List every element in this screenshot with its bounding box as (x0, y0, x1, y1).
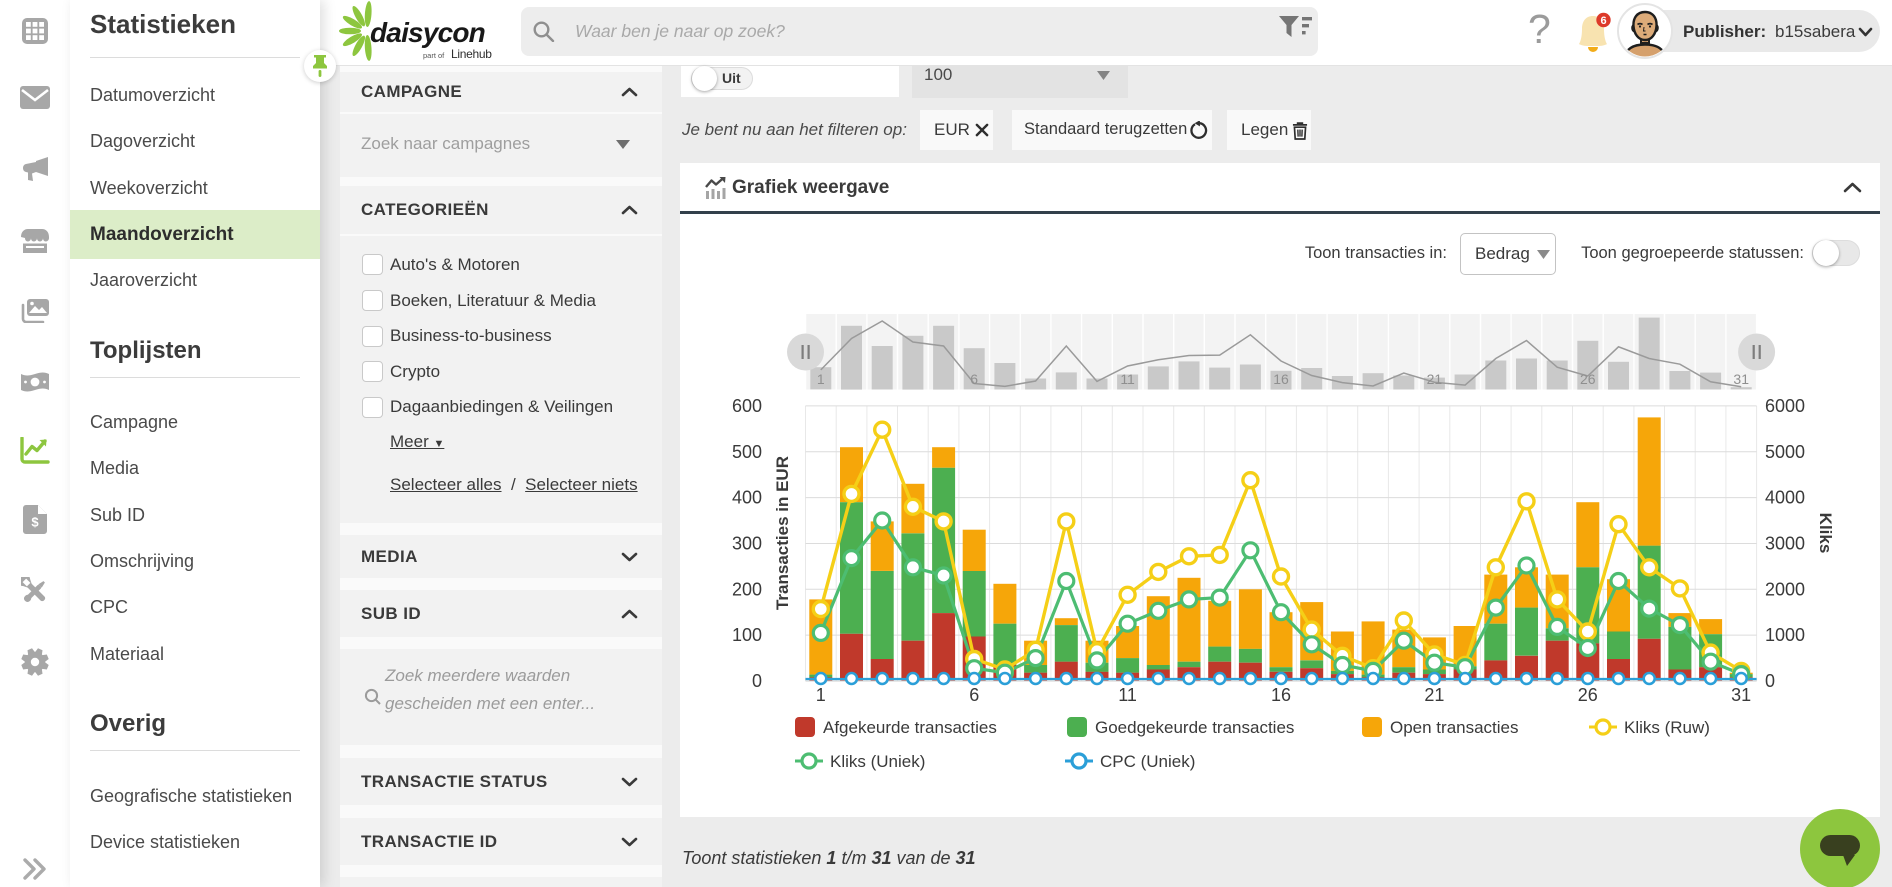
svg-text:6: 6 (1600, 15, 1606, 27)
svg-text:Kliks (Uniek): Kliks (Uniek) (830, 752, 925, 771)
svg-text:200: 200 (732, 579, 762, 599)
svg-text:31: 31 (1733, 371, 1749, 387)
svg-text:Open transacties: Open transacties (1390, 718, 1519, 737)
svg-text:6: 6 (970, 371, 978, 387)
svg-text:Kliks: Kliks (1816, 513, 1835, 554)
svg-text:300: 300 (732, 534, 762, 554)
svg-text:21: 21 (1424, 685, 1444, 705)
svg-text:CPC (Uniek): CPC (Uniek) (1100, 752, 1195, 771)
svg-text:Transacties in EUR: Transacties in EUR (773, 456, 792, 610)
svg-text:26: 26 (1578, 685, 1598, 705)
svg-text:6000: 6000 (1765, 396, 1805, 416)
svg-text:3000: 3000 (1765, 534, 1805, 554)
svg-text:100: 100 (732, 625, 762, 645)
svg-text:Kliks (Ruw): Kliks (Ruw) (1624, 718, 1710, 737)
svg-text:Goedgekeurde transacties: Goedgekeurde transacties (1095, 718, 1294, 737)
svg-text:21: 21 (1427, 371, 1443, 387)
svg-text:11: 11 (1120, 371, 1135, 387)
svg-text:400: 400 (732, 488, 762, 508)
svg-text:16: 16 (1271, 685, 1291, 705)
svg-text:500: 500 (732, 442, 762, 462)
svg-text:1: 1 (816, 685, 826, 705)
svg-text:600: 600 (732, 396, 762, 416)
svg-text:1000: 1000 (1765, 625, 1805, 645)
svg-text:11: 11 (1118, 685, 1137, 705)
svg-text:2000: 2000 (1765, 579, 1805, 599)
svg-text:Afgekeurde transacties: Afgekeurde transacties (823, 718, 997, 737)
svg-text:31: 31 (1731, 685, 1751, 705)
svg-text:0: 0 (752, 671, 762, 691)
svg-text:26: 26 (1580, 371, 1596, 387)
svg-text:5000: 5000 (1765, 442, 1805, 462)
svg-text:0: 0 (1765, 671, 1775, 691)
svg-text:16: 16 (1273, 371, 1289, 387)
svg-text:$: $ (31, 515, 39, 530)
svg-text:1: 1 (817, 371, 825, 387)
svg-text:4000: 4000 (1765, 488, 1805, 508)
svg-text:6: 6 (969, 685, 979, 705)
